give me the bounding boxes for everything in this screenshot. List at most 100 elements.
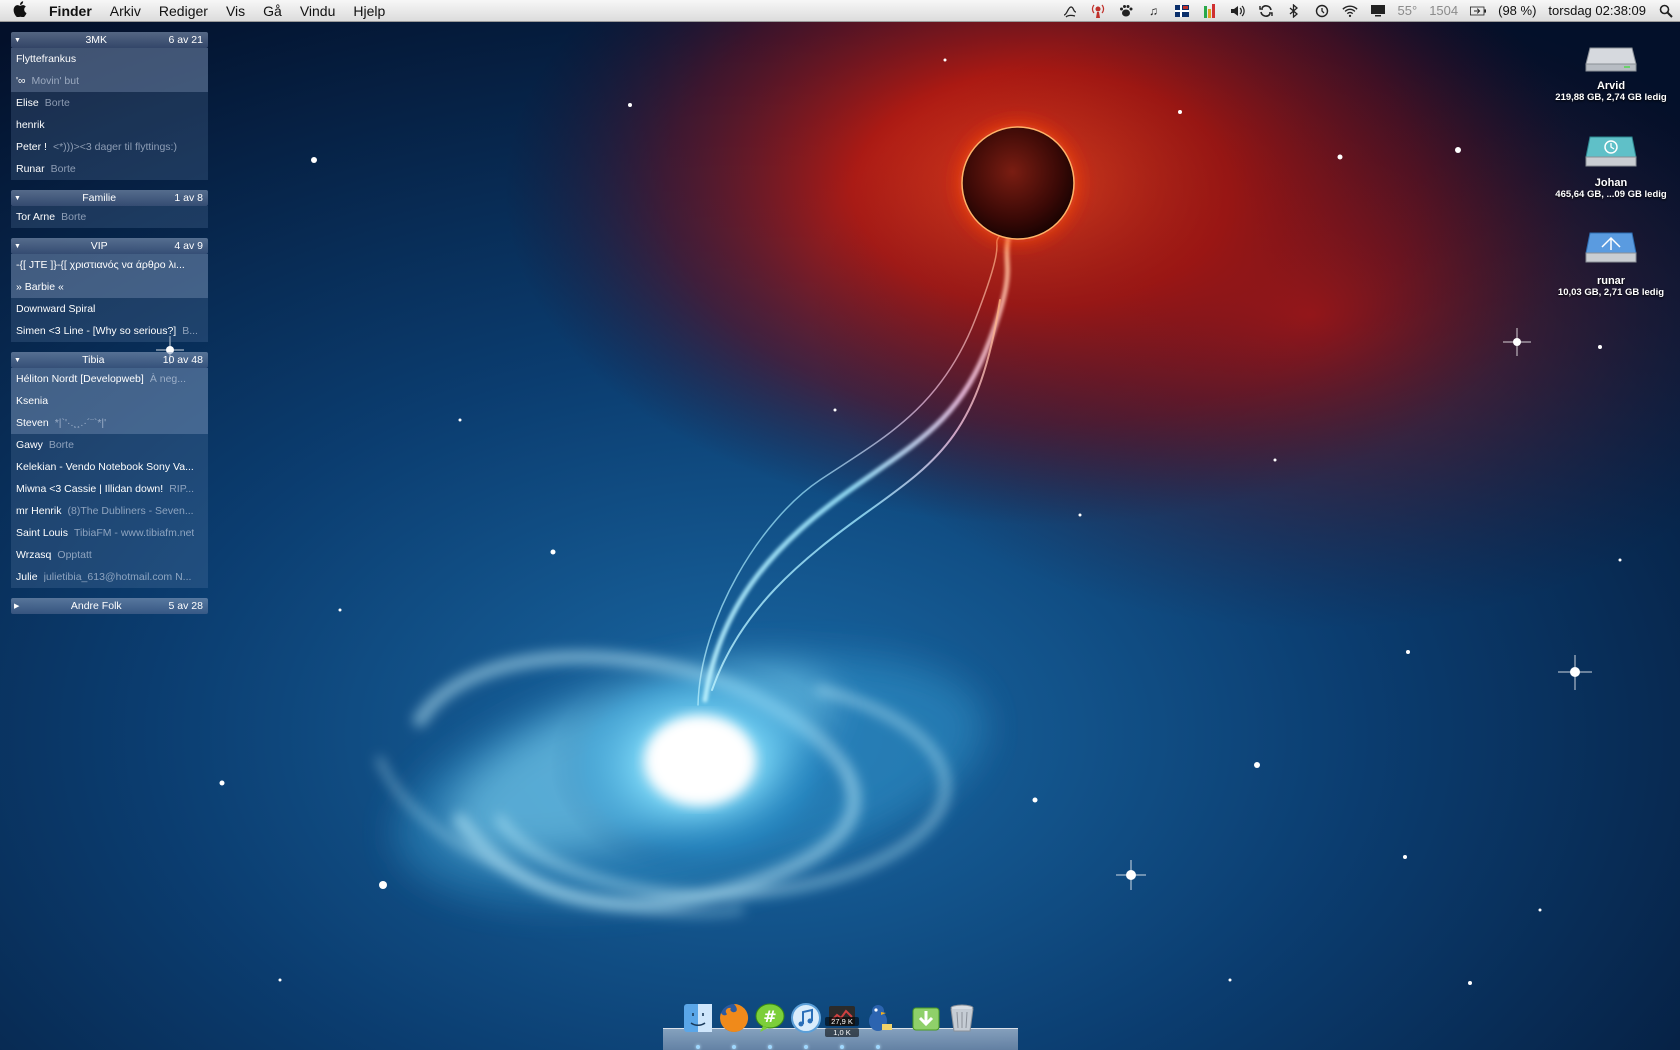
growl-paw-icon[interactable] (1118, 3, 1134, 19)
download-rate-badge: 1,0 K (825, 1028, 859, 1037)
group-header[interactable]: ▼ Tibia 10 av 48 (11, 352, 208, 368)
dock-item-cyberduck[interactable] (861, 1002, 895, 1049)
apple-menu-icon[interactable] (0, 0, 40, 21)
running-indicator (840, 1045, 844, 1049)
contact-row[interactable]: Simen <3 Line - [Why so serious?] B... (11, 320, 208, 342)
contact-row[interactable]: » Barbie « (11, 276, 208, 298)
contact-row[interactable]: Miwna <3 Cassie | Illidan down! RIP... (11, 478, 208, 500)
menu-rediger[interactable]: Rediger (150, 3, 217, 19)
menu-vis[interactable]: Vis (217, 3, 254, 19)
music-note-icon[interactable]: ♫ (1146, 3, 1162, 19)
time-machine-icon[interactable] (1314, 3, 1330, 19)
disclosure-triangle-right-icon[interactable]: ▶ (14, 602, 24, 610)
contact-row[interactable]: Saint Louis TibiaFM - www.tibiafm.net (11, 522, 208, 544)
contact-row[interactable]: henrik (11, 114, 208, 136)
download-icon (912, 1007, 940, 1031)
contact-row[interactable]: Flyttefrankus (11, 48, 208, 70)
contact-group-3mk: ▼ 3MK 6 av 21 Flyttefrankus '∞ Movin' but… (11, 32, 208, 180)
running-indicator (768, 1045, 772, 1049)
menu-clock[interactable]: torsdag 02:38:09 (1542, 3, 1652, 18)
contact-row[interactable]: Peter ! <*)))><3 dager til flyttings:) (11, 136, 208, 158)
flag-icon[interactable] (1174, 3, 1190, 19)
group-header[interactable]: ▶ Andre Folk 5 av 28 (11, 598, 208, 614)
menu-arkiv[interactable]: Arkiv (101, 3, 150, 19)
script-icon[interactable] (1062, 3, 1078, 19)
contact-group-familie: ▼ Familie 1 av 8 Tor Arne Borte (11, 190, 208, 228)
group-header[interactable]: ▼ VIP 4 av 9 (11, 238, 208, 254)
dock-item-network-monitor[interactable]: 27,9 K 1,0 K (825, 1002, 859, 1049)
contact-group-vip: ▼ VIP 4 av 9 -{[ JTE ]}-{[ χριστιανός να… (11, 238, 208, 342)
contact-row[interactable]: Kelekian - Vendo Notebook Sony Va... (11, 456, 208, 478)
group-count: 5 av 28 (168, 600, 203, 612)
contact-row[interactable]: Julie julietibia_613@hotmail.com N... (11, 566, 208, 588)
group-name: 3MK (85, 34, 108, 46)
volume-johan[interactable]: Johan 465,64 GB, ...09 GB ledig (1536, 131, 1680, 200)
contact-name: Gawy (16, 439, 43, 451)
itunes-icon (791, 1003, 821, 1033)
contact-row[interactable]: Steven *|`'·.¸¸.·´¨`*|' (11, 412, 208, 434)
volume-icon[interactable] (1230, 3, 1246, 19)
firefox-icon (720, 1003, 749, 1032)
group-count: 4 av 9 (174, 240, 203, 252)
contact-name: Julie (16, 571, 38, 583)
contact-row[interactable]: Gawy Borte (11, 434, 208, 456)
contact-row[interactable]: Downward Spiral (11, 298, 208, 320)
contact-name: Héliton Nordt [Developweb] (16, 373, 144, 385)
contact-row[interactable]: Elise Borte (11, 92, 208, 114)
wifi-icon[interactable] (1341, 3, 1358, 19)
network-drive-icon (1585, 232, 1637, 263)
group-header[interactable]: ▼ 3MK 6 av 21 (11, 32, 208, 48)
contact-row[interactable]: Héliton Nordt [Developweb] À neg... (11, 368, 208, 390)
disclosure-triangle-down-icon[interactable]: ▼ (14, 243, 24, 250)
dock-item-finder[interactable] (681, 1002, 715, 1049)
display-icon[interactable] (1370, 3, 1386, 19)
contact-name: Kelekian - Vendo Notebook Sony Va... (16, 461, 194, 473)
bluetooth-icon[interactable] (1286, 3, 1302, 19)
contact-status: <*)))><3 dager til flyttings:) (52, 141, 177, 153)
volume-info: 10,03 GB, 2,71 GB ledig (1557, 287, 1665, 298)
contact-name: Ksenia (16, 395, 49, 407)
disclosure-triangle-down-icon[interactable]: ▼ (14, 357, 24, 364)
contact-name: henrik (16, 119, 45, 131)
dock-item-firefox[interactable] (717, 1002, 751, 1049)
volume-arvid[interactable]: Arvid 219,88 GB, 2,74 GB ledig (1536, 34, 1680, 103)
contact-row[interactable]: Wrzasq Opptatt (11, 544, 208, 566)
dock-separator (897, 1002, 907, 1042)
group-header[interactable]: ▼ Familie 1 av 8 (11, 190, 208, 206)
broadcast-icon[interactable] (1090, 3, 1106, 19)
contact-row[interactable]: Runar Borte (11, 158, 208, 180)
sync-icon[interactable] (1258, 3, 1274, 19)
meter-icon[interactable] (1202, 3, 1218, 19)
dock-item-downloads[interactable] (909, 1002, 943, 1042)
contact-status: *|`'·.¸¸.·´¨`*|' (54, 417, 107, 429)
contact-status: (8)The Dubliners - Seven... (67, 505, 194, 517)
contact-row[interactable]: '∞ Movin' but (11, 70, 208, 92)
finder-icon (684, 1004, 712, 1032)
battery-percentage[interactable]: (98 %) (1492, 3, 1542, 18)
contact-name: -{[ JTE ]}-{[ χριστιανός να άρθρο λι... (16, 259, 185, 271)
fan-speed-readout[interactable]: 1504 (1423, 3, 1464, 18)
contact-row[interactable]: Ksenia (11, 390, 208, 412)
disclosure-triangle-down-icon[interactable]: ▼ (14, 37, 24, 44)
group-count: 6 av 21 (168, 34, 203, 46)
dock-item-adium[interactable]: # (753, 1002, 787, 1049)
contact-row[interactable]: -{[ JTE ]}-{[ χριστιανός να άρθρο λι... (11, 254, 208, 276)
dock-item-itunes[interactable] (789, 1002, 823, 1049)
menu-hjelp[interactable]: Hjelp (344, 3, 394, 19)
contact-name: mr Henrik (16, 505, 62, 517)
spotlight-search-icon[interactable] (1658, 3, 1674, 19)
running-indicator (732, 1045, 736, 1049)
dock-item-trash[interactable] (945, 1002, 979, 1042)
menu-finder[interactable]: Finder (40, 3, 101, 19)
menu-vindu[interactable]: Vindu (291, 3, 345, 19)
contact-row[interactable]: Tor Arne Borte (11, 206, 208, 228)
group-count: 10 av 48 (162, 354, 203, 366)
volume-info: 465,64 GB, ...09 GB ledig (1555, 189, 1667, 200)
battery-icon[interactable] (1470, 3, 1487, 19)
menu-ga[interactable]: Gå (254, 3, 291, 19)
disclosure-triangle-down-icon[interactable]: ▼ (14, 195, 24, 202)
volume-runar[interactable]: runar 10,03 GB, 2,71 GB ledig (1536, 229, 1680, 298)
desktop-wallpaper (0, 0, 1680, 1050)
temperature-readout[interactable]: 55° (1392, 3, 1424, 18)
contact-row[interactable]: mr Henrik (8)The Dubliners - Seven... (11, 500, 208, 522)
